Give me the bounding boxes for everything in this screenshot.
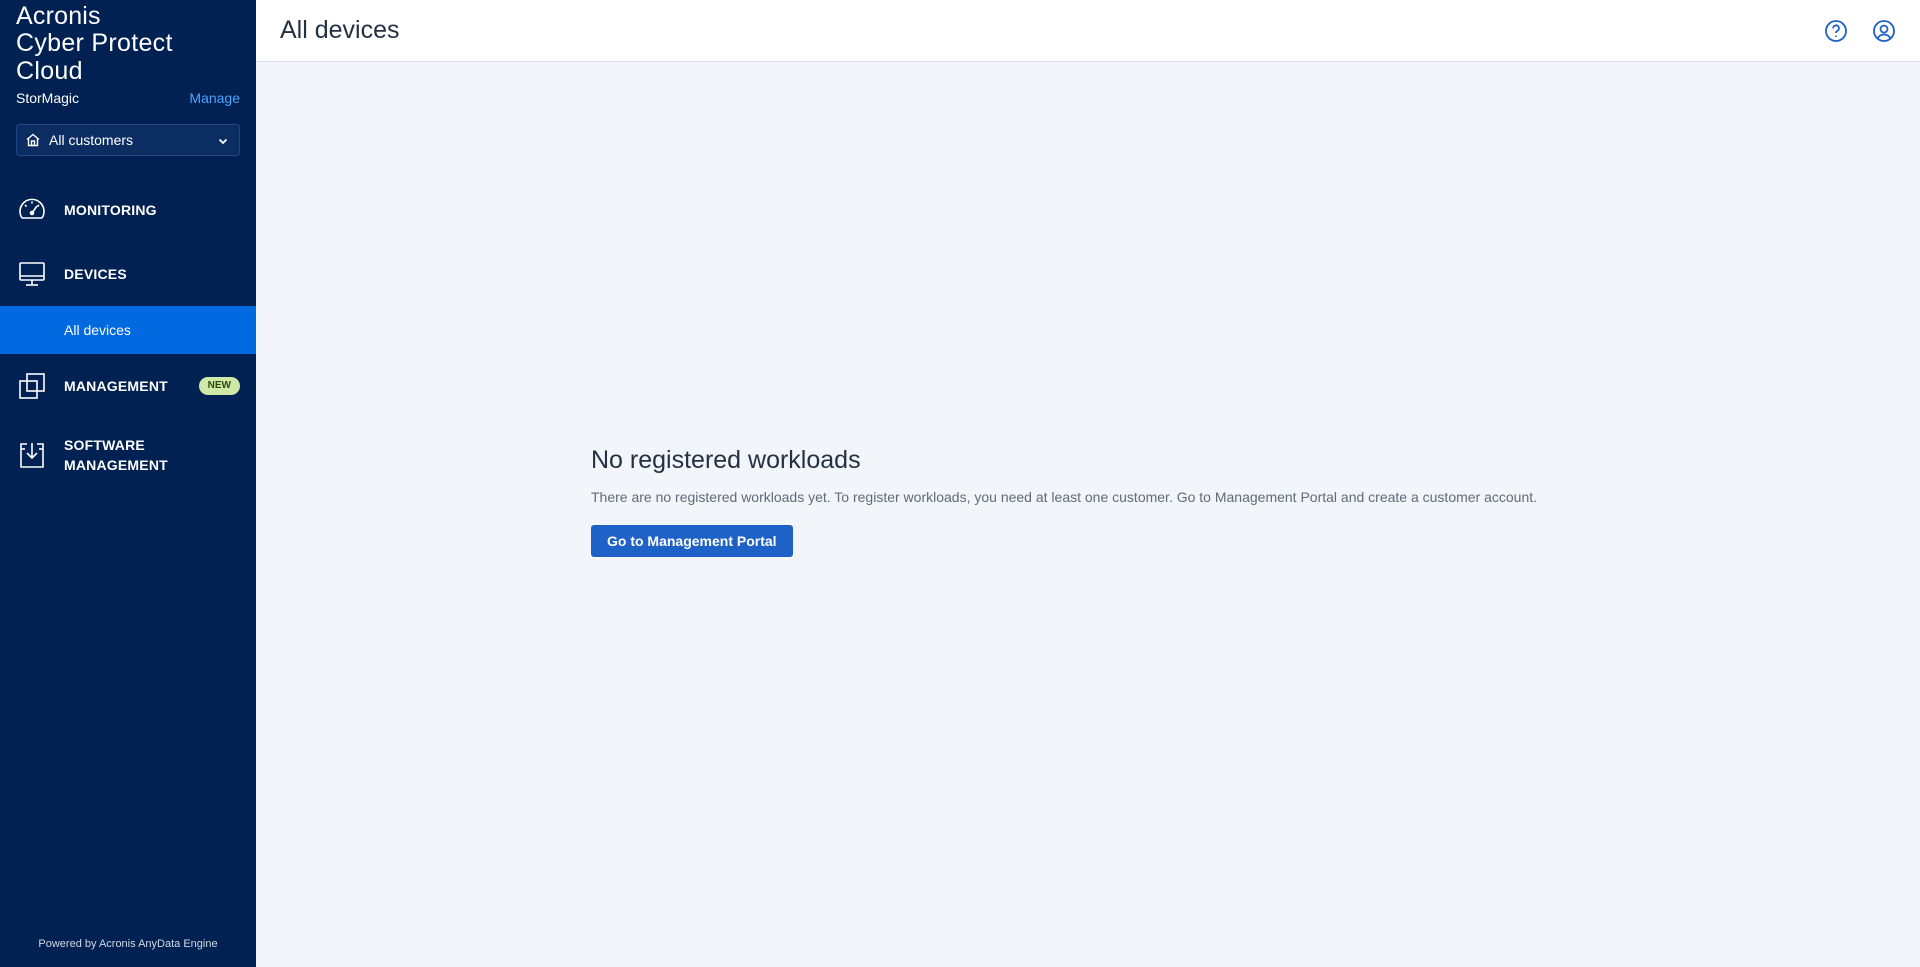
nav-item-monitoring[interactable]: MONITORING bbox=[0, 178, 256, 242]
content-area: No registered workloads There are no reg… bbox=[256, 62, 1920, 967]
customer-select-value: All customers bbox=[49, 132, 134, 148]
chevron-down-icon bbox=[217, 134, 229, 146]
nav-label-software-line2: MANAGEMENT bbox=[64, 457, 168, 473]
new-badge: NEW bbox=[198, 377, 240, 395]
page-title: All devices bbox=[280, 16, 400, 44]
empty-state: No registered workloads There are no reg… bbox=[591, 445, 1537, 557]
main-area: All devices No registered workloads Ther… bbox=[256, 0, 1920, 967]
help-icon[interactable] bbox=[1824, 19, 1848, 43]
customer-select[interactable]: All customers bbox=[16, 124, 240, 156]
top-header: All devices bbox=[256, 0, 1920, 62]
nav-item-software-management[interactable]: SOFTWARE MANAGEMENT bbox=[0, 418, 256, 492]
house-icon bbox=[25, 132, 41, 148]
brand-name: Acronis bbox=[16, 2, 101, 30]
nav-label-devices: DEVICES bbox=[64, 266, 127, 282]
monitor-icon bbox=[16, 258, 48, 290]
user-account-icon[interactable] bbox=[1872, 19, 1896, 43]
powered-by-footer: Powered by Acronis AnyData Engine bbox=[38, 938, 218, 950]
empty-state-title: No registered workloads bbox=[591, 446, 861, 474]
nav-item-devices[interactable]: DEVICES bbox=[0, 242, 256, 306]
nav-subitem-all-devices[interactable]: All devices bbox=[0, 306, 256, 354]
empty-state-text: There are no registered workloads yet. T… bbox=[591, 489, 1538, 505]
sidebar: Acronis Cyber Protect Cloud StorMagic Ma… bbox=[0, 0, 256, 967]
nav-label-management: MANAGEMENT bbox=[64, 378, 168, 394]
app-root: Acronis Cyber Protect Cloud StorMagic Ma… bbox=[0, 0, 1920, 967]
nav-label-software-management: SOFTWARE MANAGEMENT bbox=[64, 435, 168, 475]
manage-link[interactable]: Manage bbox=[189, 90, 240, 106]
nav-item-management[interactable]: MANAGEMENT NEW bbox=[0, 354, 256, 418]
main-nav: MONITORING DEVICES All devices MANAGEMEN… bbox=[0, 178, 256, 492]
go-to-management-portal-button[interactable]: Go to Management Portal bbox=[591, 525, 793, 557]
download-box-icon bbox=[16, 439, 48, 471]
nav-label-monitoring: MONITORING bbox=[64, 202, 157, 218]
tenant-name: StorMagic bbox=[16, 90, 80, 106]
nav-label-software-line1: SOFTWARE bbox=[64, 437, 145, 453]
brand-logo: Acronis Cyber Protect Cloud bbox=[0, 0, 256, 85]
speedometer-icon bbox=[16, 194, 48, 226]
stacked-squares-icon bbox=[16, 370, 48, 402]
